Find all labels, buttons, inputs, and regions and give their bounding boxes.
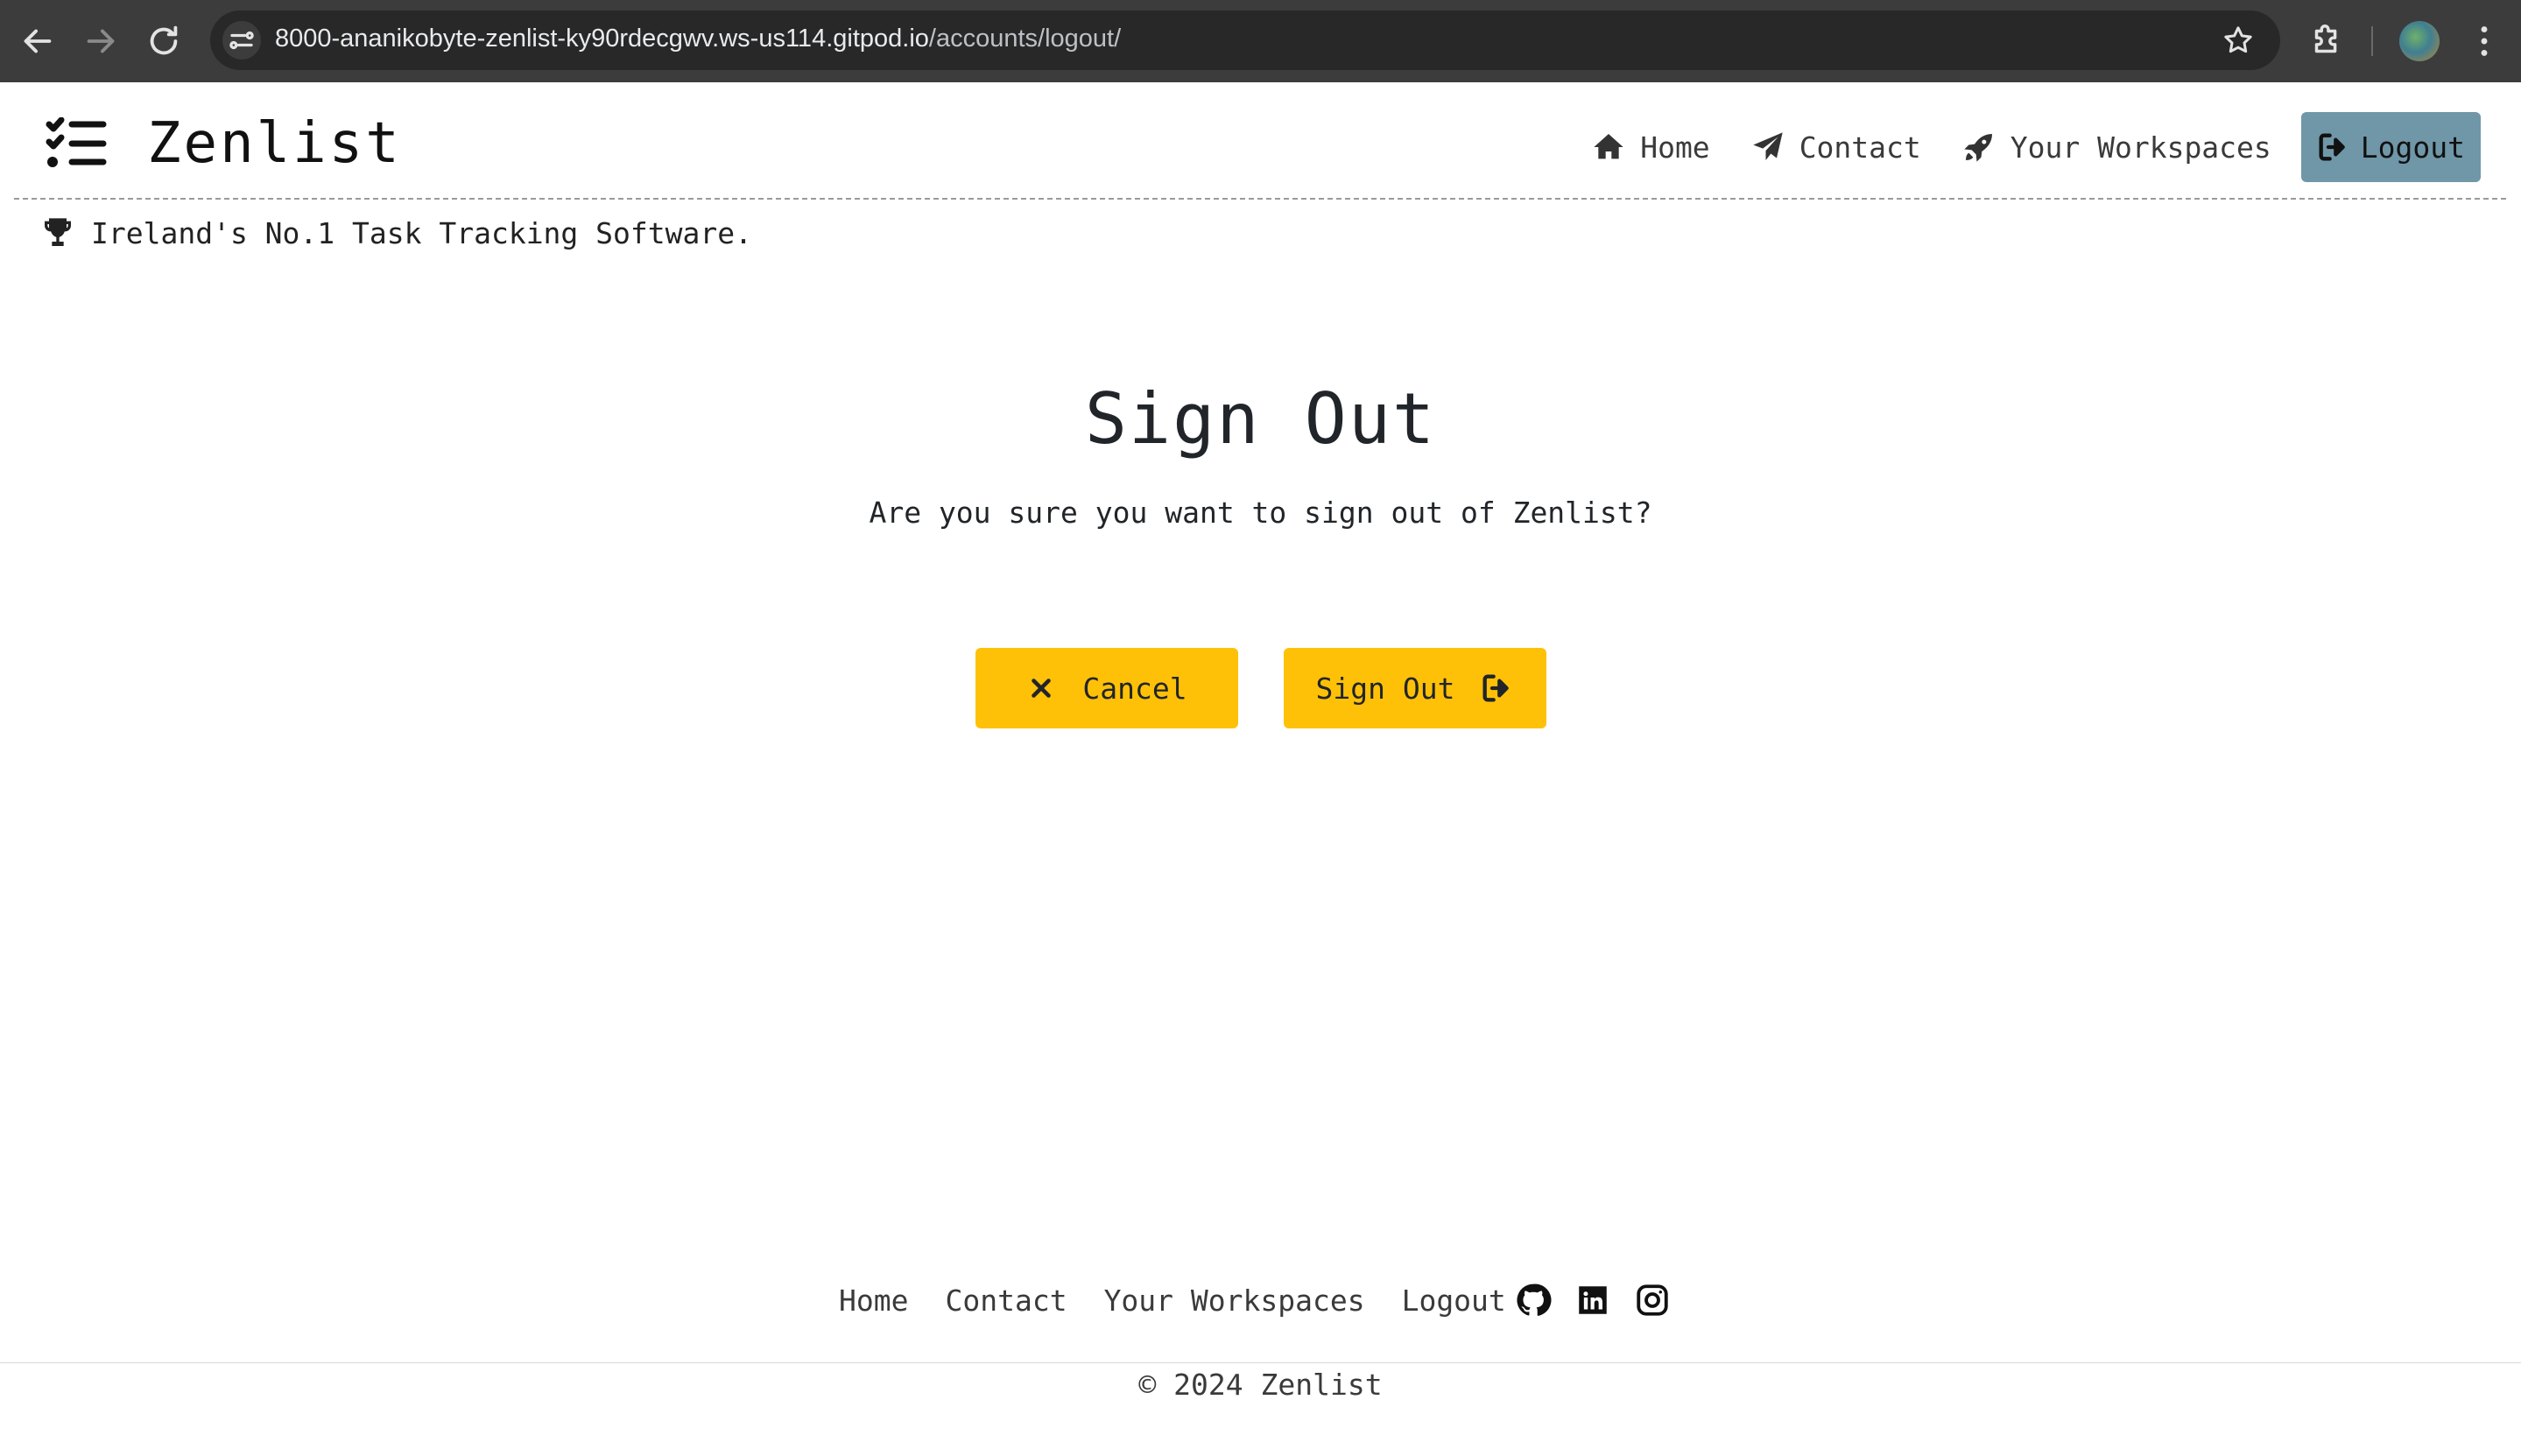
- sign-out-icon: [1482, 674, 1510, 702]
- confirm-message: Are you sure you want to sign out of Zen…: [869, 496, 1652, 530]
- footer-link-workspaces[interactable]: Your Workspaces: [1104, 1284, 1365, 1318]
- toolbar-divider: [2371, 26, 2373, 56]
- footer-link-logout[interactable]: Logout: [1402, 1284, 1506, 1318]
- nav-home-label: Home: [1640, 130, 1710, 165]
- reload-icon[interactable]: [144, 21, 184, 61]
- url-path: /accounts/logout/: [928, 25, 1122, 53]
- sign-out-button-label: Sign Out: [1315, 671, 1455, 706]
- nav-contact[interactable]: Contact: [1750, 130, 1921, 165]
- url-text: 8000-ananikobyte-zenlist-ky90rdecgwv.ws-…: [275, 25, 1121, 53]
- footer-link-home[interactable]: Home: [839, 1284, 908, 1318]
- rocket-icon: [1964, 134, 1992, 162]
- tagline: Ireland's No.1 Task Tracking Software.: [40, 215, 752, 250]
- profile-avatar[interactable]: [2399, 21, 2440, 61]
- bookmark-star-icon[interactable]: [2221, 23, 2256, 58]
- main-nav: Home Contact Your Workspaces Logout: [1551, 112, 2481, 182]
- extensions-puzzle-icon[interactable]: [2306, 21, 2347, 61]
- nav-logout[interactable]: Logout: [2300, 112, 2481, 182]
- nav-workspaces-label: Your Workspaces: [2010, 130, 2271, 165]
- home-icon: [1594, 134, 1623, 159]
- page-title: Sign Out: [1084, 378, 1437, 460]
- url-host: 8000-ananikobyte-zenlist-ky90rdecgwv.ws-…: [275, 25, 929, 53]
- more-menu-icon[interactable]: [2464, 21, 2504, 61]
- linkedin-icon[interactable]: [1574, 1282, 1611, 1319]
- nav-logout-label: Logout: [2360, 130, 2465, 165]
- browser-toolbar: 8000-ananikobyte-zenlist-ky90rdecgwv.ws-…: [0, 0, 2521, 82]
- nav-home[interactable]: Home: [1591, 130, 1710, 165]
- header-divider: [14, 198, 2506, 200]
- footer-divider: [0, 1362, 2521, 1363]
- github-icon[interactable]: [1515, 1282, 1552, 1319]
- instagram-icon[interactable]: [1634, 1282, 1671, 1319]
- forward-arrow-icon[interactable]: [81, 21, 121, 61]
- footer-nav: Home Contact Your Workspaces Logout: [839, 1280, 1543, 1320]
- cancel-button[interactable]: Cancel: [975, 648, 1238, 728]
- tagline-text: Ireland's No.1 Task Tracking Software.: [91, 215, 752, 250]
- trophy-icon: [45, 218, 71, 246]
- nav-workspaces[interactable]: Your Workspaces: [1961, 130, 2271, 165]
- nav-contact-label: Contact: [1799, 130, 1921, 165]
- brand-name: Zenlist: [147, 111, 402, 176]
- brand[interactable]: Zenlist: [46, 109, 402, 179]
- checklist-logo-icon: [46, 116, 107, 170]
- back-arrow-icon[interactable]: [18, 21, 58, 61]
- footer-social: [1515, 1280, 1694, 1320]
- copyright: © 2024 Zenlist: [1138, 1368, 1383, 1402]
- address-bar[interactable]: 8000-ananikobyte-zenlist-ky90rdecgwv.ws-…: [210, 11, 2280, 70]
- footer-link-contact[interactable]: Contact: [945, 1284, 1067, 1318]
- site-info-icon[interactable]: [222, 21, 261, 60]
- sign-out-icon: [2319, 133, 2345, 161]
- close-icon: [1032, 679, 1052, 698]
- sign-out-button[interactable]: Sign Out: [1284, 648, 1546, 728]
- cancel-button-label: Cancel: [1082, 671, 1187, 706]
- site-header: Zenlist Home Contact Your Workspaces Log…: [0, 82, 2521, 200]
- paper-plane-icon: [1753, 132, 1783, 160]
